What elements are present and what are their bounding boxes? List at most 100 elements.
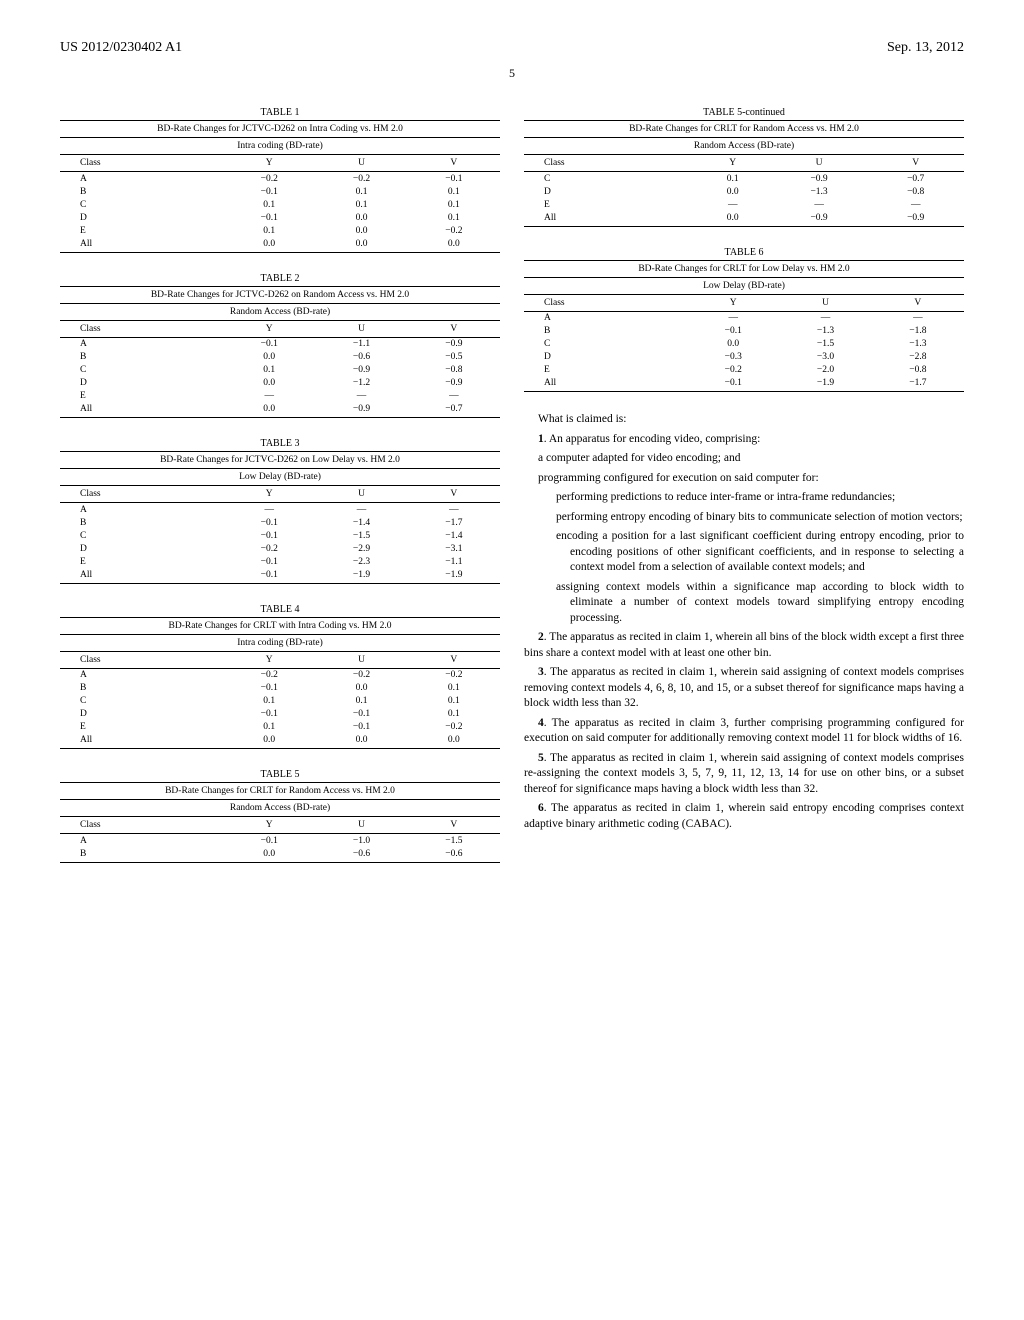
table-cell: C [60, 198, 223, 211]
left-column: TABLE 1BD-Rate Changes for JCTVC-D262 on… [60, 99, 500, 883]
table-row: E−0.2−2.0−0.8 [524, 364, 964, 377]
table-cell: −0.1 [315, 721, 407, 734]
table-row: E——— [524, 198, 964, 211]
table-subheader: Random Access (BD-rate) [60, 800, 500, 817]
table-cell: All [524, 211, 695, 226]
table-row: B−0.10.10.1 [60, 185, 500, 198]
table-cell: −3.1 [408, 542, 500, 555]
table-row: E0.1−0.1−0.2 [60, 721, 500, 734]
column-header: Y [223, 486, 315, 503]
table-cell: −0.2 [223, 172, 315, 186]
table-cell: −0.2 [408, 224, 500, 237]
table-cell: 0.0 [223, 403, 315, 418]
claim-line: 4. The apparatus as recited in claim 3, … [524, 716, 964, 747]
table-cell: — [315, 503, 407, 517]
table-row: B−0.1−1.4−1.7 [60, 516, 500, 529]
table-cell: E [524, 364, 687, 377]
table-cell: −1.5 [779, 338, 871, 351]
table-subheader: Intra coding (BD-rate) [60, 138, 500, 155]
table-cell: −0.9 [315, 403, 407, 418]
table-label: TABLE 2 [60, 273, 500, 284]
table-cell: E [524, 198, 695, 211]
table-cell: −2.9 [315, 542, 407, 555]
table-cell: 0.0 [315, 224, 407, 237]
table-row: B−0.1−1.3−1.8 [524, 325, 964, 338]
table-cell: −0.3 [687, 351, 779, 364]
table-cell: −0.1 [223, 708, 315, 721]
table-cell: C [524, 338, 687, 351]
table-cell: −1.9 [779, 377, 871, 392]
table-title: BD-Rate Changes for JCTVC-D262 on Random… [60, 286, 500, 304]
table-cell: −0.1 [223, 211, 315, 224]
table-cell: −1.4 [315, 516, 407, 529]
table-cell: All [60, 403, 223, 418]
column-header: V [408, 817, 500, 834]
table-row: A−0.1−1.1−0.9 [60, 337, 500, 351]
table-cell: All [60, 734, 223, 749]
column-header: U [315, 817, 407, 834]
table-cell: −1.3 [779, 325, 871, 338]
table-cell: −0.6 [315, 847, 407, 862]
table-cell: −1.0 [315, 834, 407, 848]
table-cell: B [60, 682, 223, 695]
table-cell: — [771, 198, 868, 211]
table-cell: −3.0 [779, 351, 871, 364]
data-table: TABLE 4BD-Rate Changes for CRLT with Int… [60, 604, 500, 750]
table-body: ClassYUVA———B−0.1−1.4−1.7C−0.1−1.5−1.4D−… [60, 486, 500, 584]
table-body: ClassYUVA———B−0.1−1.3−1.8C0.0−1.5−1.3D−0… [524, 295, 964, 393]
table-cell: −1.5 [315, 529, 407, 542]
table-cell: −0.6 [408, 847, 500, 862]
data-table: TABLE 2 BD-Rate Changes for JCTVC-D262 on… [60, 273, 500, 419]
table-row: All0.0−0.9−0.7 [60, 403, 500, 418]
table-cell: 0.1 [408, 695, 500, 708]
table-cell: A [60, 172, 223, 186]
table-cell: — [779, 311, 871, 325]
table-body: ClassYUVC0.1−0.9−0.7D0.0−1.3−0.8E———All0… [524, 155, 964, 227]
table-cell: — [408, 390, 500, 403]
table-label: TABLE 6 [524, 247, 964, 258]
data-table: TABLE 6BD-Rate Changes for CRLT for Low … [524, 247, 964, 393]
table-row: A−0.2−0.2−0.2 [60, 668, 500, 682]
table-cell: −0.1 [223, 682, 315, 695]
claim-line: encoding a position for a last significa… [524, 529, 964, 576]
table-title: BD-Rate Changes for CRLT for Random Acce… [524, 120, 964, 138]
table-cell: −1.3 [872, 338, 964, 351]
table-cell: C [524, 172, 695, 186]
column-header: V [872, 295, 964, 312]
table-cell: 0.0 [315, 682, 407, 695]
table-cell: −0.1 [687, 325, 779, 338]
column-header: U [771, 155, 868, 172]
table-subheader: Random Access (BD-rate) [524, 138, 964, 155]
table-subheader: Intra coding (BD-rate) [60, 635, 500, 652]
table-row: All−0.1−1.9−1.9 [60, 568, 500, 583]
table-cell: A [60, 668, 223, 682]
table-cell: — [223, 503, 315, 517]
table-row: All0.0−0.9−0.9 [524, 211, 964, 226]
table-title: BD-Rate Changes for CRLT for Random Acce… [60, 782, 500, 800]
table-cell: 0.1 [223, 198, 315, 211]
table-cell: 0.1 [223, 695, 315, 708]
table-row: C−0.1−1.5−1.4 [60, 529, 500, 542]
table-cell: 0.1 [408, 198, 500, 211]
table-cell: −0.1 [223, 555, 315, 568]
table-cell: 0.0 [408, 237, 500, 252]
column-header: Class [60, 652, 223, 669]
table-cell: −0.9 [867, 211, 964, 226]
table-cell: −0.1 [223, 185, 315, 198]
table-row: D0.0−1.2−0.9 [60, 377, 500, 390]
table-cell: All [60, 568, 223, 583]
table-cell: B [60, 185, 223, 198]
table-cell: — [408, 503, 500, 517]
claim-line: a computer adapted for video encoding; a… [524, 451, 964, 467]
table-cell: 0.0 [315, 734, 407, 749]
table-row: D−0.2−2.9−3.1 [60, 542, 500, 555]
table-cell: −1.9 [408, 568, 500, 583]
table-cell: 0.0 [695, 185, 771, 198]
table-cell: — [872, 311, 964, 325]
claim-line: programming configured for execution on … [524, 471, 964, 487]
table-cell: −0.1 [687, 377, 779, 392]
table-cell: −0.9 [408, 337, 500, 351]
column-header: Class [524, 155, 695, 172]
table-row: A−0.2−0.2−0.1 [60, 172, 500, 186]
table-cell: 0.0 [223, 351, 315, 364]
